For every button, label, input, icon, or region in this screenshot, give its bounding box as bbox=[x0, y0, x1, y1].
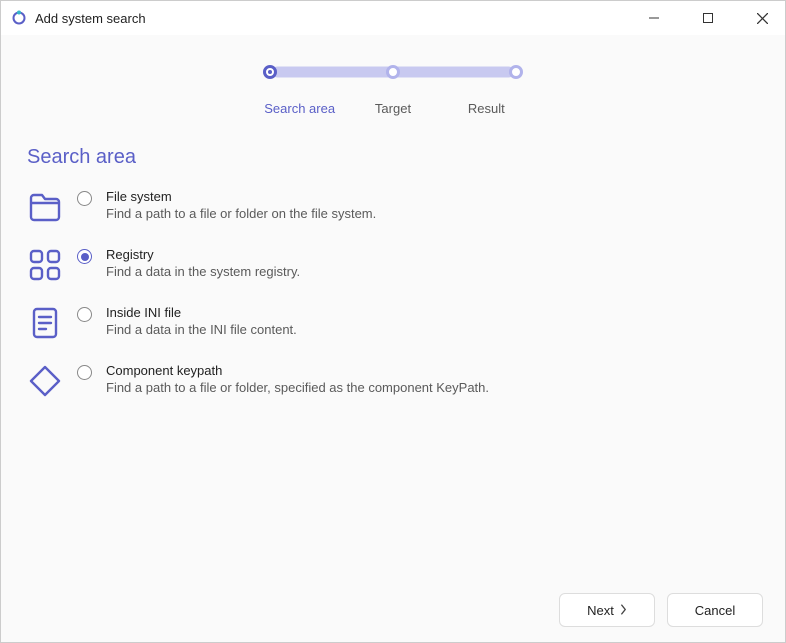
grid-icon bbox=[27, 247, 63, 283]
dialog-body: Search area Target Result Search area Fi… bbox=[1, 35, 785, 578]
titlebar: Add system search bbox=[1, 1, 785, 35]
app-icon bbox=[11, 10, 27, 26]
diamond-icon bbox=[27, 363, 63, 399]
dialog-window: Add system search Search area Target Res… bbox=[0, 0, 786, 643]
step-label-1: Search area bbox=[253, 101, 346, 116]
radio-component[interactable] bbox=[77, 365, 92, 380]
document-icon bbox=[27, 305, 63, 341]
button-label: Cancel bbox=[695, 603, 735, 618]
cancel-button[interactable]: Cancel bbox=[667, 593, 763, 627]
minimize-button[interactable] bbox=[631, 1, 677, 35]
option-desc: Find a data in the system registry. bbox=[106, 264, 300, 279]
maximize-button[interactable] bbox=[685, 1, 731, 35]
folder-icon bbox=[27, 189, 63, 225]
wizard-labels: Search area Target Result bbox=[253, 101, 533, 116]
section-title: Search area bbox=[27, 146, 759, 169]
radio-ini[interactable] bbox=[77, 307, 92, 322]
step-label-3: Result bbox=[440, 101, 533, 116]
option-filesystem[interactable]: File system Find a path to a file or fol… bbox=[27, 189, 759, 225]
step-label-2: Target bbox=[346, 101, 439, 116]
chevron-right-icon bbox=[620, 603, 627, 618]
option-title: Registry bbox=[106, 247, 300, 262]
option-desc: Find a data in the INI file content. bbox=[106, 322, 297, 337]
option-desc: Find a path to a file or folder on the f… bbox=[106, 206, 376, 221]
close-button[interactable] bbox=[739, 1, 785, 35]
option-title: File system bbox=[106, 189, 376, 204]
radio-filesystem[interactable] bbox=[77, 191, 92, 206]
option-desc: Find a path to a file or folder, specifi… bbox=[106, 380, 489, 395]
wizard-progress bbox=[27, 63, 759, 81]
step-dot-1 bbox=[263, 65, 277, 79]
step-dot-2 bbox=[386, 65, 400, 79]
dialog-footer: Next Cancel bbox=[1, 578, 785, 642]
radio-registry[interactable] bbox=[77, 249, 92, 264]
button-label: Next bbox=[587, 603, 614, 618]
option-component[interactable]: Component keypath Find a path to a file … bbox=[27, 363, 759, 399]
window-title: Add system search bbox=[35, 11, 146, 26]
next-button[interactable]: Next bbox=[559, 593, 655, 627]
option-ini[interactable]: Inside INI file Find a data in the INI f… bbox=[27, 305, 759, 341]
step-dot-3 bbox=[509, 65, 523, 79]
option-registry[interactable]: Registry Find a data in the system regis… bbox=[27, 247, 759, 283]
option-title: Inside INI file bbox=[106, 305, 297, 320]
option-title: Component keypath bbox=[106, 363, 489, 378]
